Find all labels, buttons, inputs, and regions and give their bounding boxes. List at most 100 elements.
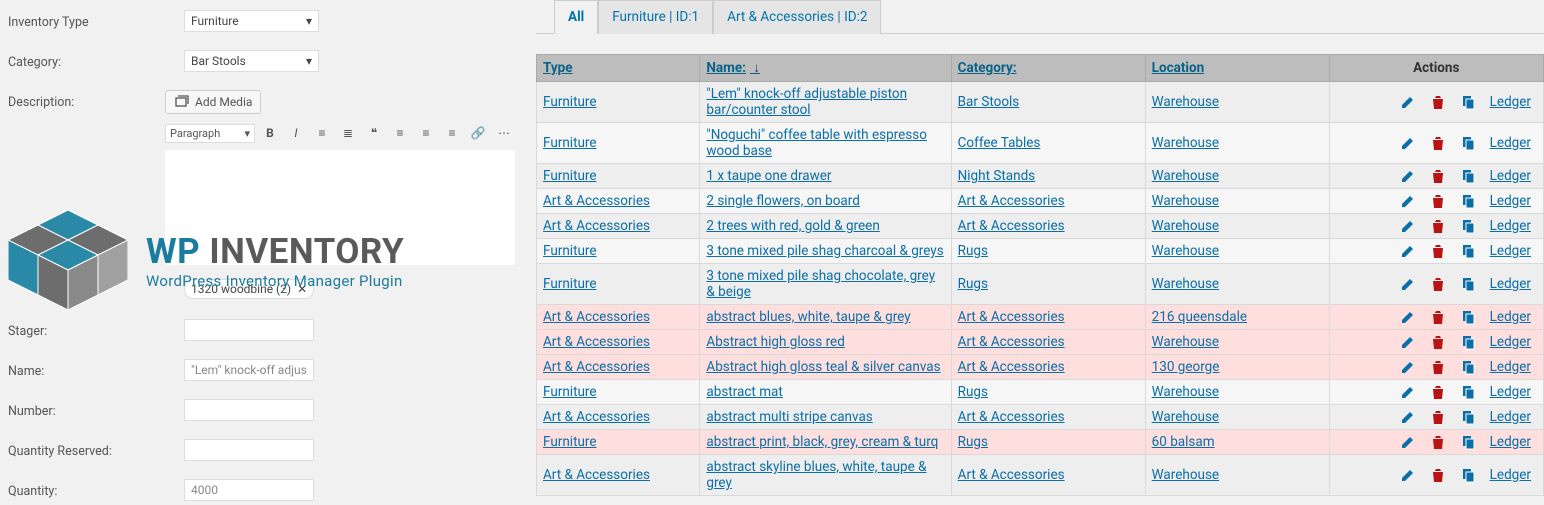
edit-icon[interactable] bbox=[1400, 168, 1416, 184]
type-link[interactable]: Art & Accessories bbox=[543, 467, 650, 483]
copy-icon[interactable] bbox=[1460, 334, 1476, 350]
copy-icon[interactable] bbox=[1460, 309, 1476, 325]
col-type-header[interactable]: Type bbox=[537, 55, 700, 82]
category-select[interactable]: Bar Stools ▾ bbox=[184, 50, 319, 72]
name-link[interactable]: abstract mat bbox=[706, 384, 782, 400]
col-name-header[interactable]: Name: ↓ bbox=[700, 55, 951, 82]
type-link[interactable]: Furniture bbox=[543, 168, 597, 184]
edit-icon[interactable] bbox=[1400, 276, 1416, 292]
ledger-link[interactable]: Ledger bbox=[1490, 218, 1531, 234]
location-link[interactable]: Warehouse bbox=[1152, 334, 1219, 350]
category-link[interactable]: Art & Accessories bbox=[958, 218, 1065, 234]
delete-icon[interactable] bbox=[1430, 434, 1446, 450]
edit-icon[interactable] bbox=[1400, 243, 1416, 259]
align-left-button[interactable]: ≡ bbox=[389, 122, 411, 144]
ledger-link[interactable]: Ledger bbox=[1490, 193, 1531, 209]
category-link[interactable]: Art & Accessories bbox=[958, 467, 1065, 483]
copy-icon[interactable] bbox=[1460, 168, 1476, 184]
type-link[interactable]: Art & Accessories bbox=[543, 218, 650, 234]
delete-icon[interactable] bbox=[1430, 94, 1446, 110]
number-input[interactable] bbox=[184, 399, 314, 421]
type-link[interactable]: Art & Accessories bbox=[543, 309, 650, 325]
number-list-button[interactable]: ≣ bbox=[337, 122, 359, 144]
paragraph-select[interactable]: Paragraph ▾ bbox=[165, 124, 255, 143]
quote-button[interactable]: ❝ bbox=[363, 122, 385, 144]
ledger-link[interactable]: Ledger bbox=[1490, 309, 1531, 325]
copy-icon[interactable] bbox=[1460, 276, 1476, 292]
edit-icon[interactable] bbox=[1400, 135, 1416, 151]
italic-button[interactable]: I bbox=[285, 122, 307, 144]
inventory-type-select[interactable]: Furniture ▾ bbox=[184, 10, 319, 32]
edit-icon[interactable] bbox=[1400, 434, 1416, 450]
bold-button[interactable]: B bbox=[259, 122, 281, 144]
location-link[interactable]: Warehouse bbox=[1152, 467, 1219, 483]
category-link[interactable]: Art & Accessories bbox=[958, 193, 1065, 209]
edit-icon[interactable] bbox=[1400, 409, 1416, 425]
location-link[interactable]: Warehouse bbox=[1152, 243, 1219, 259]
copy-icon[interactable] bbox=[1460, 409, 1476, 425]
copy-icon[interactable] bbox=[1460, 94, 1476, 110]
copy-icon[interactable] bbox=[1460, 135, 1476, 151]
name-link[interactable]: Abstract high gloss red bbox=[706, 334, 844, 350]
name-link[interactable]: Abstract high gloss teal & silver canvas bbox=[706, 359, 940, 375]
location-link[interactable]: 130 george bbox=[1152, 359, 1220, 375]
name-link[interactable]: 1 x taupe one drawer bbox=[706, 168, 831, 184]
location-link[interactable]: Warehouse bbox=[1152, 384, 1219, 400]
delete-icon[interactable] bbox=[1430, 135, 1446, 151]
edit-icon[interactable] bbox=[1400, 218, 1416, 234]
name-link[interactable]: abstract print, black, grey, cream & tur… bbox=[706, 434, 938, 450]
copy-icon[interactable] bbox=[1460, 218, 1476, 234]
name-link[interactable]: abstract skyline blues, white, taupe & g… bbox=[706, 459, 926, 491]
edit-icon[interactable] bbox=[1400, 309, 1416, 325]
col-category-header[interactable]: Category: bbox=[951, 55, 1145, 82]
type-link[interactable]: Furniture bbox=[543, 135, 597, 151]
copy-icon[interactable] bbox=[1460, 434, 1476, 450]
type-link[interactable]: Furniture bbox=[543, 243, 597, 259]
type-link[interactable]: Art & Accessories bbox=[543, 359, 650, 375]
ledger-link[interactable]: Ledger bbox=[1490, 384, 1531, 400]
link-button[interactable]: 🔗 bbox=[467, 122, 489, 144]
ledger-link[interactable]: Ledger bbox=[1490, 467, 1531, 483]
type-link[interactable]: Furniture bbox=[543, 94, 597, 110]
location-link[interactable]: Warehouse bbox=[1152, 276, 1219, 292]
location-link[interactable]: 60 balsam bbox=[1152, 434, 1215, 450]
location-link[interactable]: Warehouse bbox=[1152, 135, 1219, 151]
type-link[interactable]: Art & Accessories bbox=[543, 193, 650, 209]
edit-icon[interactable] bbox=[1400, 94, 1416, 110]
location-link[interactable]: Warehouse bbox=[1152, 218, 1219, 234]
delete-icon[interactable] bbox=[1430, 467, 1446, 483]
category-link[interactable]: Art & Accessories bbox=[958, 409, 1065, 425]
category-link[interactable]: Rugs bbox=[958, 384, 988, 400]
tab-all[interactable]: All bbox=[554, 0, 598, 34]
category-link[interactable]: Bar Stools bbox=[958, 94, 1020, 110]
ledger-link[interactable]: Ledger bbox=[1490, 94, 1531, 110]
add-media-button[interactable]: Add Media bbox=[165, 90, 261, 114]
bullet-list-button[interactable]: ≡ bbox=[311, 122, 333, 144]
copy-icon[interactable] bbox=[1460, 193, 1476, 209]
delete-icon[interactable] bbox=[1430, 309, 1446, 325]
delete-icon[interactable] bbox=[1430, 384, 1446, 400]
type-link[interactable]: Furniture bbox=[543, 384, 597, 400]
category-link[interactable]: Art & Accessories bbox=[958, 334, 1065, 350]
ledger-link[interactable]: Ledger bbox=[1490, 334, 1531, 350]
delete-icon[interactable] bbox=[1430, 243, 1446, 259]
name-link[interactable]: "Noguchi" coffee table with espresso woo… bbox=[706, 127, 927, 159]
tab-furniture-id-1[interactable]: Furniture | ID:1 bbox=[598, 0, 713, 34]
align-right-button[interactable]: ≡ bbox=[441, 122, 463, 144]
edit-icon[interactable] bbox=[1400, 384, 1416, 400]
align-center-button[interactable]: ≡ bbox=[415, 122, 437, 144]
name-link[interactable]: "Lem" knock-off adjustable piston bar/co… bbox=[706, 86, 907, 118]
category-link[interactable]: Rugs bbox=[958, 243, 988, 259]
copy-icon[interactable] bbox=[1460, 384, 1476, 400]
category-link[interactable]: Rugs bbox=[958, 434, 988, 450]
stager-input[interactable] bbox=[184, 319, 314, 341]
category-link[interactable]: Coffee Tables bbox=[958, 135, 1041, 151]
delete-icon[interactable] bbox=[1430, 334, 1446, 350]
ledger-link[interactable]: Ledger bbox=[1490, 135, 1531, 151]
name-link[interactable]: abstract multi stripe canvas bbox=[706, 409, 872, 425]
delete-icon[interactable] bbox=[1430, 218, 1446, 234]
ledger-link[interactable]: Ledger bbox=[1490, 243, 1531, 259]
location-link[interactable]: Warehouse bbox=[1152, 168, 1219, 184]
category-link[interactable]: Night Stands bbox=[958, 168, 1036, 184]
name-input[interactable] bbox=[184, 359, 314, 381]
